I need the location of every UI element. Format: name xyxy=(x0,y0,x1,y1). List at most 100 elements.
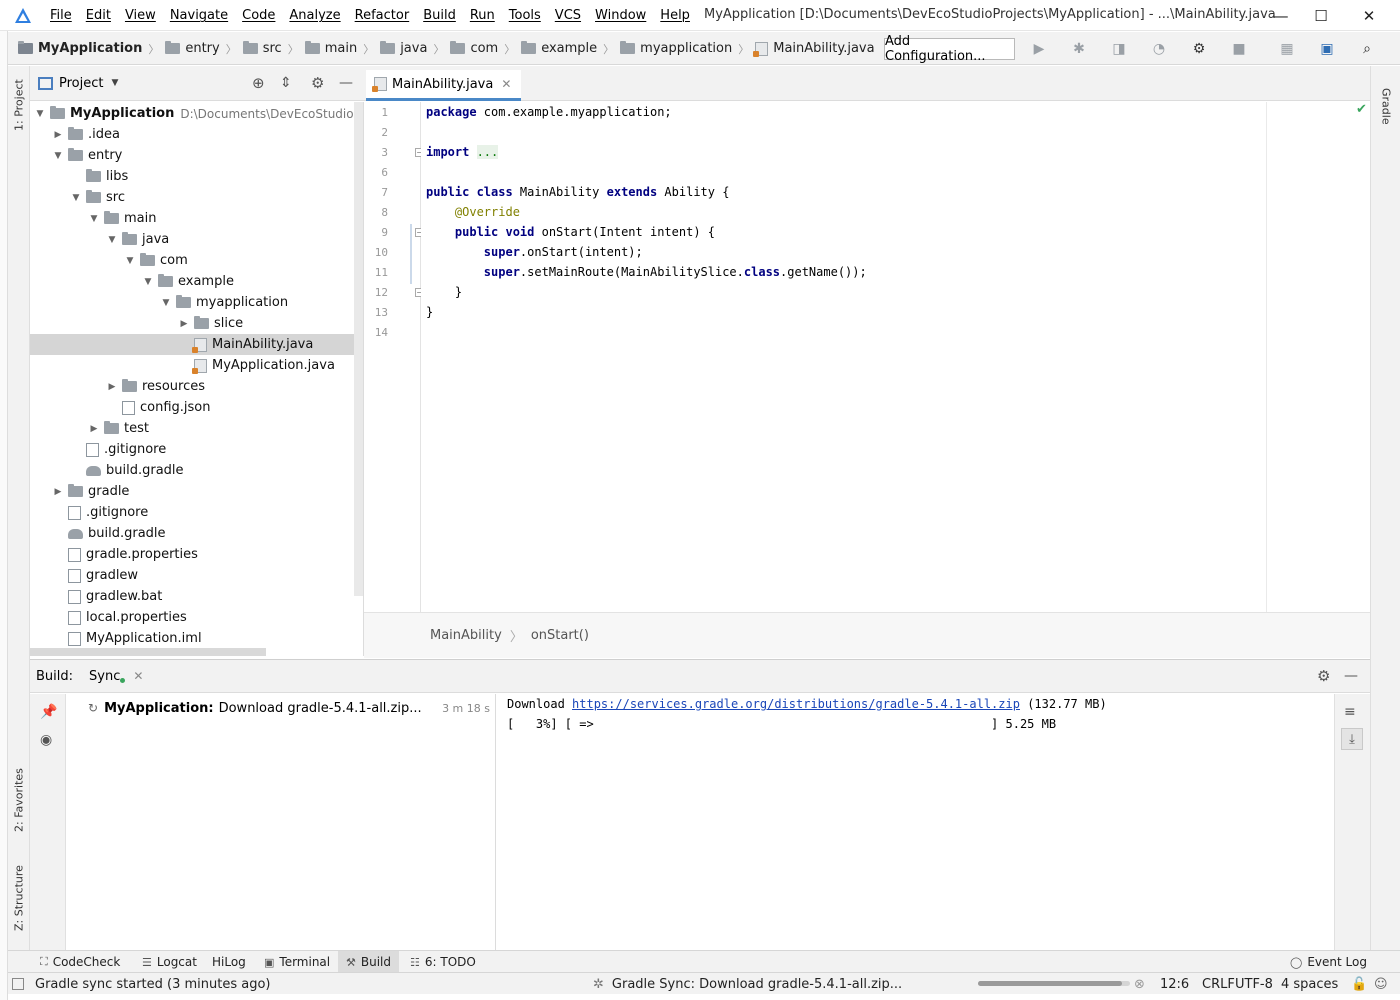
tab-todo[interactable]: ☷ 6: TODO xyxy=(410,951,476,973)
indent-setting[interactable]: 4 spaces xyxy=(1281,973,1338,995)
line-separator[interactable]: CRLF xyxy=(1202,973,1235,995)
tree-item-gradlew[interactable]: gradlew xyxy=(30,565,354,586)
chevron-down-icon[interactable]: ▼ xyxy=(106,235,118,245)
tree-item-gitignore[interactable]: .gitignore xyxy=(30,502,354,523)
tab-structure[interactable]: Z: Structure xyxy=(8,856,30,940)
tab-sync[interactable]: Sync ✕ xyxy=(89,669,143,684)
debug-icon[interactable]: ✱ xyxy=(1068,38,1090,60)
tree-item-gradle-properties[interactable]: gradle.properties xyxy=(30,544,354,565)
tab-project[interactable]: 1: Project xyxy=(8,72,30,138)
tree-item-slice[interactable]: ▶ slice xyxy=(30,313,354,334)
menu-refactor[interactable]: Refactor xyxy=(355,8,418,23)
tree-item-local-properties[interactable]: local.properties xyxy=(30,607,354,628)
add-configuration-button[interactable]: Add Configuration... xyxy=(884,34,1015,64)
breadcrumb-myapplication[interactable]: MyApplication 〉 xyxy=(18,41,159,57)
scroll-to-end-icon[interactable]: ⤓ xyxy=(1341,728,1363,750)
search-icon[interactable]: ⌕ xyxy=(1356,38,1378,60)
caret-position[interactable]: 12:6 xyxy=(1160,973,1189,995)
menu-code[interactable]: Code xyxy=(242,8,283,23)
stop-icon[interactable]: ■ xyxy=(1228,38,1250,60)
tree-item-entry[interactable]: ▼ entry xyxy=(30,145,354,166)
breadcrumb-java[interactable]: java 〉 xyxy=(380,41,444,57)
tree-item-com[interactable]: ▼ com xyxy=(30,250,354,271)
breadcrumb-myapplication[interactable]: myapplication 〉 xyxy=(620,41,749,57)
chevron-down-icon[interactable]: ▼ xyxy=(88,214,100,224)
chevron-down-icon[interactable]: ▼ xyxy=(111,78,118,88)
tree-item-example[interactable]: ▼ example xyxy=(30,271,354,292)
chevron-right-icon[interactable]: ▶ xyxy=(52,130,64,140)
project-view-selector[interactable]: Project xyxy=(59,76,103,91)
menu-help[interactable]: Help xyxy=(660,8,698,23)
chevron-right-icon[interactable]: ▶ xyxy=(52,487,64,497)
sync-gradle-icon[interactable]: ⚙ xyxy=(1188,38,1210,60)
tree-item-build-gradle[interactable]: build.gradle xyxy=(30,523,354,544)
tab-hilog[interactable]: HiLog xyxy=(212,951,246,973)
breadcrumb-main[interactable]: main 〉 xyxy=(304,41,374,57)
tree-item-gradle[interactable]: ▶ gradle xyxy=(30,481,354,502)
profile-icon[interactable]: ◔ xyxy=(1148,38,1170,60)
build-tree-item[interactable]: ↻ MyApplication: Download gradle-5.4.1-a… xyxy=(88,698,492,718)
menu-analyze[interactable]: Analyze xyxy=(289,8,348,23)
collapse-all-icon[interactable]: ⇕ xyxy=(280,75,292,91)
background-task[interactable]: ✲ Gradle Sync: Download gradle-5.4.1-all.… xyxy=(593,973,902,995)
menu-run[interactable]: Run xyxy=(470,8,503,23)
tab-build[interactable]: ⚒ Build xyxy=(338,951,399,973)
tree-item-myapplication-java[interactable]: MyApplication.java xyxy=(30,355,354,376)
breadcrumb-com[interactable]: com 〉 xyxy=(450,41,515,57)
tab-favorites[interactable]: 2: Favorites xyxy=(8,758,30,842)
soft-wrap-icon[interactable]: ≡ xyxy=(1344,704,1356,720)
tree-item-src[interactable]: ▼ src xyxy=(30,187,354,208)
code-editor[interactable]: package com.example.myapplication; import… xyxy=(421,102,1370,612)
project-structure-icon[interactable]: ▦ xyxy=(1276,38,1298,60)
tab-terminal[interactable]: ▣ Terminal xyxy=(264,951,330,973)
close-icon[interactable]: ✕ xyxy=(133,669,143,683)
tree-item-resources[interactable]: ▶ resources xyxy=(30,376,354,397)
tree-item-myapplication[interactable]: ▼ myapplication xyxy=(30,292,354,313)
chevron-down-icon[interactable]: ▼ xyxy=(52,151,64,161)
tree-item-build-gradle[interactable]: build.gradle xyxy=(30,460,354,481)
menu-build[interactable]: Build xyxy=(423,8,464,23)
run-icon[interactable]: ▶ xyxy=(1028,38,1050,60)
breadcrumb-entry[interactable]: entry 〉 xyxy=(165,41,237,57)
close-icon[interactable]: ✕ xyxy=(501,77,511,91)
menu-vcs[interactable]: VCS xyxy=(555,8,589,23)
breadcrumb-example[interactable]: example 〉 xyxy=(521,41,614,57)
chevron-down-icon[interactable]: ▼ xyxy=(160,298,172,308)
tree-item-test[interactable]: ▶ test xyxy=(30,418,354,439)
close-window-button[interactable]: ✕ xyxy=(1346,0,1392,31)
menu-window[interactable]: Window xyxy=(595,8,654,23)
lock-icon[interactable]: 🔓 xyxy=(1351,973,1367,995)
device-manager-icon[interactable]: ▣ xyxy=(1316,38,1338,60)
menu-tools[interactable]: Tools xyxy=(509,8,549,23)
hide-panel-icon[interactable]: — xyxy=(1344,668,1358,684)
tree-item-java[interactable]: ▼ java xyxy=(30,229,354,250)
menu-view[interactable]: View xyxy=(125,8,164,23)
tab-event-log[interactable]: ◯ Event Log xyxy=(1290,951,1367,973)
chevron-right-icon[interactable]: ▶ xyxy=(106,382,118,392)
menu-navigate[interactable]: Navigate xyxy=(170,8,236,23)
tab-logcat[interactable]: ☰ Logcat xyxy=(142,951,197,973)
pin-icon[interactable]: 📌 xyxy=(40,704,57,720)
gradle-download-link[interactable]: https://services.gradle.org/distribution… xyxy=(572,697,1020,711)
status-message[interactable]: Gradle sync started (3 minutes ago) xyxy=(35,973,271,995)
chevron-right-icon[interactable]: ▶ xyxy=(178,319,190,329)
tree-item-myapplication-iml[interactable]: MyApplication.iml xyxy=(30,628,354,649)
breadcrumb-src[interactable]: src 〉 xyxy=(242,41,299,57)
locate-icon[interactable]: ⊕ xyxy=(252,74,265,92)
breadcrumb-class[interactable]: MainAbility xyxy=(430,628,502,643)
breadcrumb-method[interactable]: onStart() xyxy=(531,628,589,643)
file-encoding[interactable]: UTF-8 xyxy=(1235,973,1273,995)
tab-codecheck[interactable]: ⛶ CodeCheck xyxy=(40,951,120,973)
chevron-down-icon[interactable]: ▼ xyxy=(142,277,154,287)
tree-item-idea[interactable]: ▶ .idea xyxy=(30,124,354,145)
menu-edit[interactable]: Edit xyxy=(86,8,119,23)
eye-icon[interactable]: ◉ xyxy=(40,732,52,748)
tree-item-libs[interactable]: libs xyxy=(30,166,354,187)
attach-debugger-icon[interactable]: ◨ xyxy=(1108,38,1130,60)
gear-icon[interactable]: ⚙ xyxy=(311,74,324,92)
chevron-down-icon[interactable]: ▼ xyxy=(34,109,46,119)
chevron-right-icon[interactable]: ▶ xyxy=(88,424,100,434)
chevron-down-icon[interactable]: ▼ xyxy=(124,256,136,266)
tree-item-gradlew-bat[interactable]: gradlew.bat xyxy=(30,586,354,607)
tab-gradle[interactable]: Gradle xyxy=(1375,76,1397,136)
